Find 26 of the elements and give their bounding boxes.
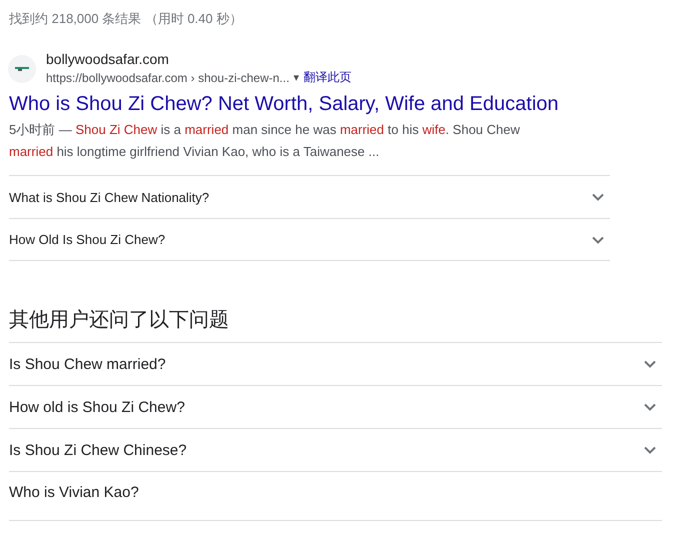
translate-link[interactable]: 翻译此页 (303, 69, 352, 86)
result-snippet: 5小时前 — Shou Zi Chew is a married man since he was married to his wife. Shou Chew married his longtime girlfriend Vivian Kao, who is a Taiwanese ... (9, 121, 521, 161)
question-row[interactable]: Is Shou Zi Chew Chinese? (9, 428, 662, 471)
chevron-icon (592, 193, 604, 201)
question-row[interactable]: What is Shou Zi Chew Nationality? (9, 175, 610, 218)
question-text: How old is Shou Zi Chew? (9, 398, 185, 416)
question-row[interactable]: Who is Vivian Kao? (9, 471, 662, 521)
caret-icon[interactable]: ▾ (293, 71, 300, 84)
question-text: Is Shou Zi Chew Chinese? (9, 442, 187, 458)
question-row[interactable]: How old is Shou Zi Chew? (9, 385, 662, 428)
question-text: Is Shou Chew married? (9, 356, 166, 372)
chevron-icon (644, 360, 656, 368)
site-favicon-icon (8, 54, 36, 82)
chevron-icon (644, 403, 656, 411)
question-text: What is Shou Zi Chew Nationality? (9, 190, 210, 204)
question-row[interactable]: Is Shou Chew married? (9, 342, 662, 385)
question-row[interactable]: How Old Is Shou Zi Chew? (9, 218, 610, 261)
question-text: How Old Is Shou Zi Chew? (9, 232, 166, 247)
site-name[interactable]: bollywoodsafar.com (46, 51, 352, 67)
result-title[interactable]: Who is Shou Zi Chew? Net Worth, Salary, Wife and Education (9, 91, 696, 117)
result-stats: 找到约 218,000 条结果 （用时 0.40 秒） (9, 10, 244, 28)
result-url[interactable]: https://bollywoodsafar.com › shou-zi-chew-n... (46, 70, 290, 84)
question-text: Who is Vivian Kao? (9, 484, 139, 502)
section-heading: 其他用户还问了以下问题 (9, 308, 230, 333)
chevron-icon (644, 446, 656, 454)
chevron-icon (592, 236, 604, 244)
